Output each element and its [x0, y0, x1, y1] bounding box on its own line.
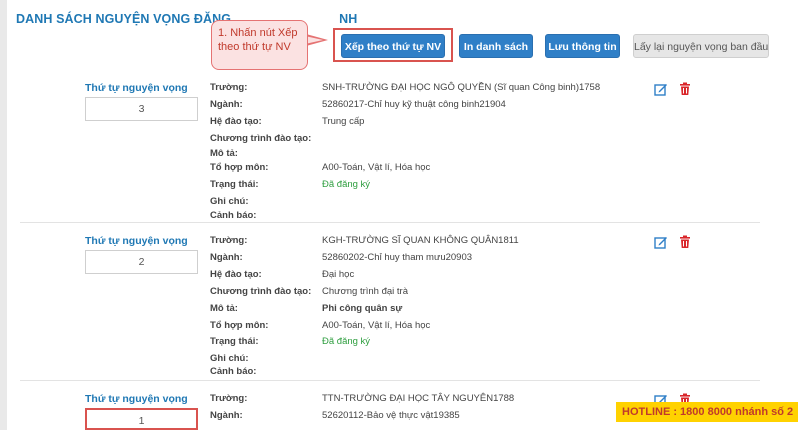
description-value: Phi công quân sự [322, 303, 403, 314]
print-list-button[interactable]: In danh sách [459, 34, 533, 58]
training-label: Hệ đào tạo: [210, 269, 262, 280]
warning-label: Cảnh báo: [210, 210, 257, 221]
order-input[interactable]: 3 [85, 97, 198, 121]
order-label: Thứ tự nguyện vọng [85, 393, 188, 405]
save-info-button[interactable]: Lưu thông tin [545, 34, 620, 58]
record-divider [20, 222, 760, 223]
major-value: 52860202-Chỉ huy tham mưu20903 [322, 252, 473, 263]
school-value: TTN-TRƯỜNG ĐẠI HỌC TÂY NGUYÊN1788 [322, 393, 515, 404]
note-label: Ghi chú: [210, 196, 249, 207]
major-value: 52620112-Bảo vệ thực vật19385 [322, 410, 460, 421]
combo-label: Tổ hợp môn: [210, 162, 269, 173]
program-label: Chương trình đào tạo: [210, 133, 312, 144]
training-label: Hệ đào tạo: [210, 116, 262, 127]
school-label: Trường: [210, 82, 248, 93]
major-label: Ngành: [210, 252, 243, 263]
note-label: Ghi chú: [210, 353, 249, 364]
description-label: Mô tả: [210, 303, 238, 314]
order-label: Thứ tự nguyện vọng [85, 82, 188, 94]
school-label: Trường: [210, 393, 248, 404]
status-label: Trạng thái: [210, 179, 259, 190]
instruction-callout: 1. Nhấn nút Xếp theo thứ tự NV [211, 20, 308, 70]
edit-icon[interactable] [654, 235, 668, 249]
training-value: Đại học [322, 269, 355, 280]
hotline-banner[interactable]: HOTLINE : 1800 8000 nhánh số 2 [616, 402, 798, 422]
major-value: 52860217-Chỉ huy kỹ thuật công binh21904 [322, 99, 506, 110]
edit-icon[interactable] [654, 82, 668, 96]
order-label: Thứ tự nguyện vọng [85, 235, 188, 247]
reset-order-button[interactable]: Lấy lại nguyện vọng ban đầu [633, 34, 769, 58]
school-value: SNH-TRƯỜNG ĐẠI HỌC NGÔ QUYỀN (Sĩ quan Cô… [322, 82, 601, 93]
sort-button-highlight [333, 28, 453, 62]
program-value: Chương trình đại trà [322, 286, 408, 297]
trash-icon[interactable] [678, 82, 692, 96]
trash-icon[interactable] [678, 235, 692, 249]
school-value: KGH-TRƯỜNG SĨ QUAN KHÔNG QUÂN1811 [322, 235, 519, 246]
order-input[interactable]: 2 [85, 250, 198, 274]
description-label: Mô tả: [210, 148, 238, 159]
warning-label: Cảnh báo: [210, 366, 257, 377]
program-label: Chương trình đào tạo: [210, 286, 312, 297]
status-value: Đã đăng ký [322, 336, 371, 347]
combo-value: A00-Toán, Vật lí, Hóa học [322, 320, 431, 331]
major-label: Ngành: [210, 410, 243, 421]
left-edge [0, 0, 7, 430]
major-label: Ngành: [210, 99, 243, 110]
combo-label: Tổ hợp môn: [210, 320, 269, 331]
record-divider [20, 380, 760, 381]
school-label: Trường: [210, 235, 248, 246]
status-label: Trạng thái: [210, 336, 259, 347]
combo-value: A00-Toán, Vật lí, Hóa học [322, 162, 431, 173]
order-input[interactable]: 1 [85, 408, 198, 430]
training-value: Trung cấp [322, 116, 365, 127]
status-value: Đã đăng ký [322, 179, 371, 190]
